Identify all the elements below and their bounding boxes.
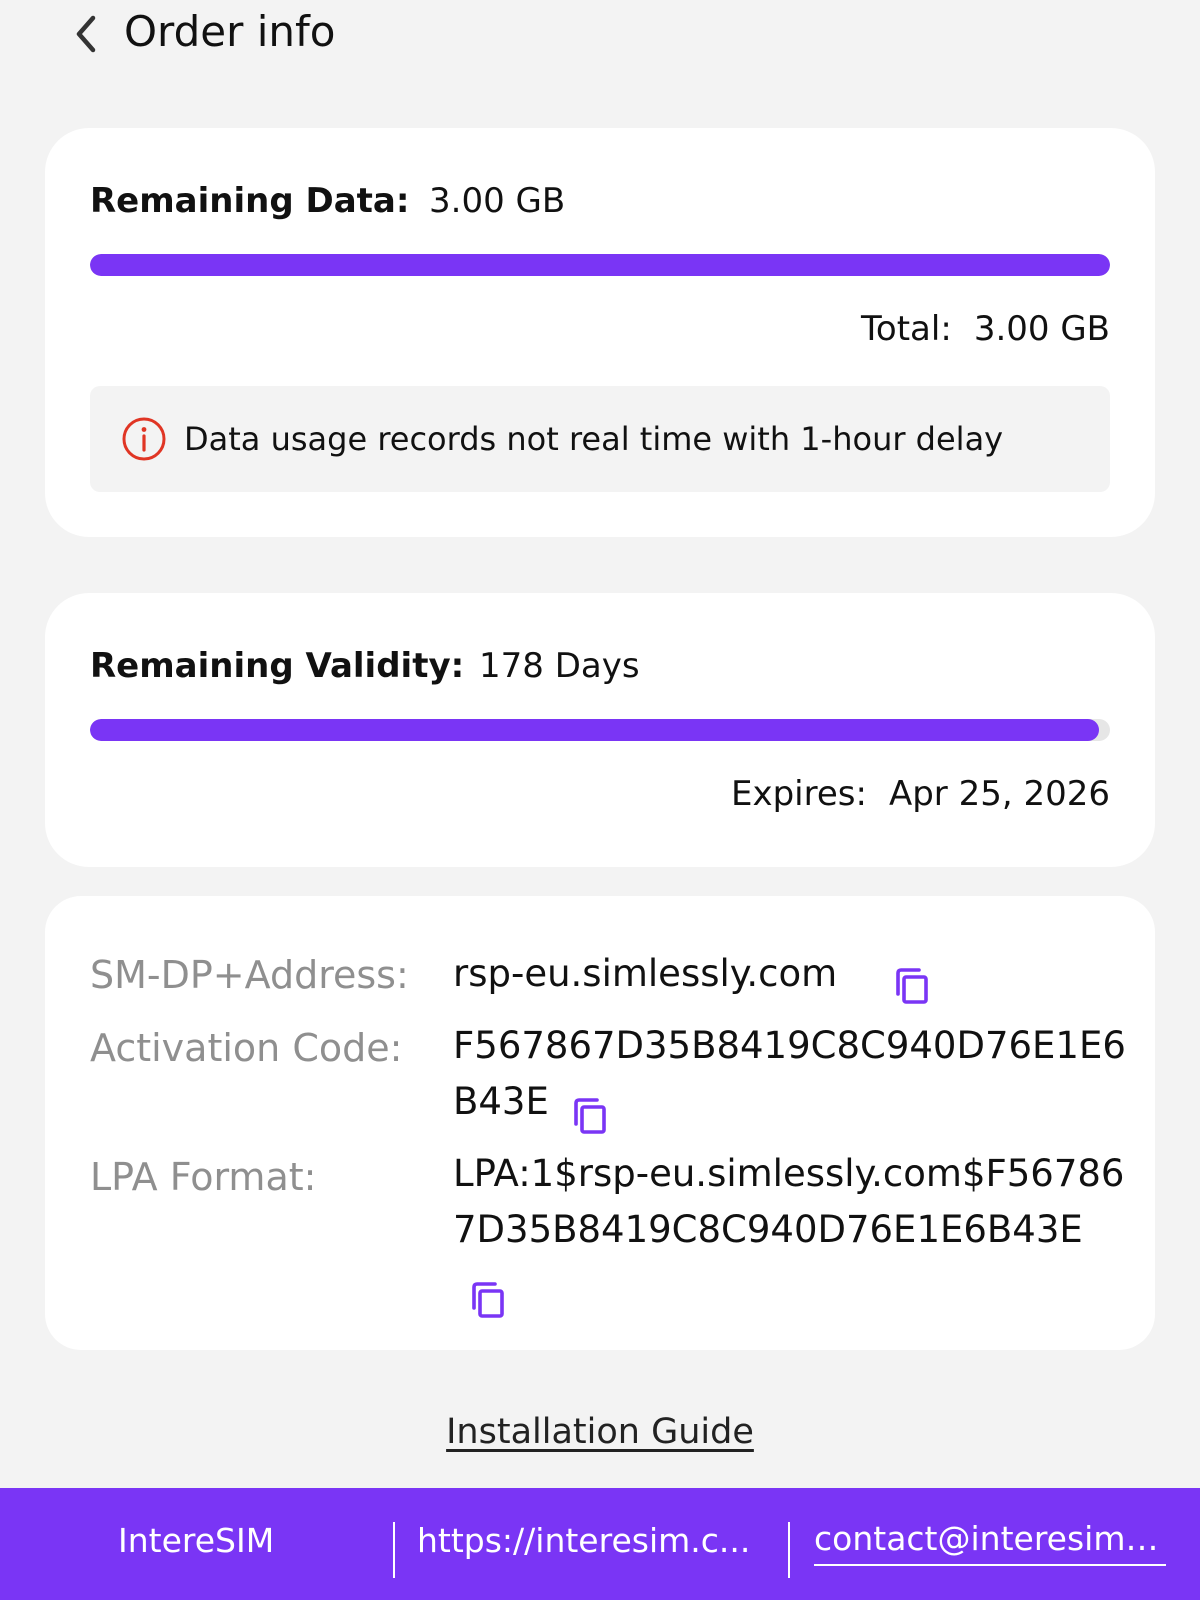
smdp-address-text[interactable]: rsp-eu.simlessly.com (453, 952, 837, 995)
validity-progress-bar (90, 719, 1110, 741)
installation-guide-link[interactable]: Installation Guide (446, 1412, 754, 1452)
info-circle-icon (122, 417, 166, 461)
footer-bar: IntereSIM https://interesim.c... contact… (0, 1488, 1200, 1600)
remaining-data-label: Remaining Data: (90, 181, 410, 221)
installation-guide-row: Installation Guide (0, 1410, 1200, 1454)
remaining-data-card: Remaining Data: 3.00 GB Total: 3.00 GB D… (45, 128, 1155, 537)
footer-brand: IntereSIM (118, 1521, 275, 1560)
footer-email-link[interactable]: contact@interesim.... (814, 1516, 1166, 1566)
data-progress-fill (90, 254, 1110, 276)
copy-icon[interactable] (571, 1096, 611, 1136)
lpa-format-label: LPA Format: (90, 1155, 317, 1199)
remaining-validity-value: 178 Days (479, 646, 640, 686)
activation-code-label: Activation Code: (90, 1026, 403, 1070)
expires-row: Expires: Apr 25, 2026 (731, 773, 1110, 815)
smdp-address-value: rsp-eu.simlessly.com (453, 946, 1133, 1002)
remaining-data-value: 3.00 GB (429, 181, 566, 221)
total-data-row: Total: 3.00 GB (861, 308, 1110, 350)
lpa-format-value[interactable]: LPA:1$rsp-eu.simlessly.com$F567867D35B84… (453, 1146, 1133, 1258)
total-data-label: Total: (860, 309, 952, 349)
notice-text: Data usage records not real time with 1-… (184, 420, 1004, 458)
expires-value: Apr 25, 2026 (888, 774, 1110, 814)
footer-divider (393, 1522, 395, 1578)
footer-website-link[interactable]: https://interesim.c... (417, 1516, 757, 1566)
smdp-address-label: SM-DP+Address: (90, 953, 409, 997)
chevron-left-icon (76, 15, 96, 53)
validity-progress-fill (90, 719, 1099, 741)
data-progress-bar (90, 254, 1110, 276)
remaining-validity-label: Remaining Validity: (90, 646, 465, 686)
footer-divider (788, 1522, 790, 1578)
esim-codes-card: SM-DP+Address: rsp-eu.simlessly.com Acti… (45, 896, 1155, 1350)
copy-icon[interactable] (469, 1280, 509, 1320)
app-header: Order info (0, 0, 1200, 70)
copy-icon[interactable] (893, 966, 933, 1006)
activation-code-value[interactable]: F567867D35B8419C8C940D76E1E6B43E (453, 1018, 1133, 1130)
back-button[interactable] (66, 12, 106, 56)
total-data-value: 3.00 GB (973, 309, 1110, 349)
remaining-validity-card: Remaining Validity: 178 Days Expires: Ap… (45, 593, 1155, 867)
page-title: Order info (124, 7, 336, 56)
expires-label: Expires: (731, 774, 867, 814)
data-delay-notice: Data usage records not real time with 1-… (90, 386, 1110, 492)
